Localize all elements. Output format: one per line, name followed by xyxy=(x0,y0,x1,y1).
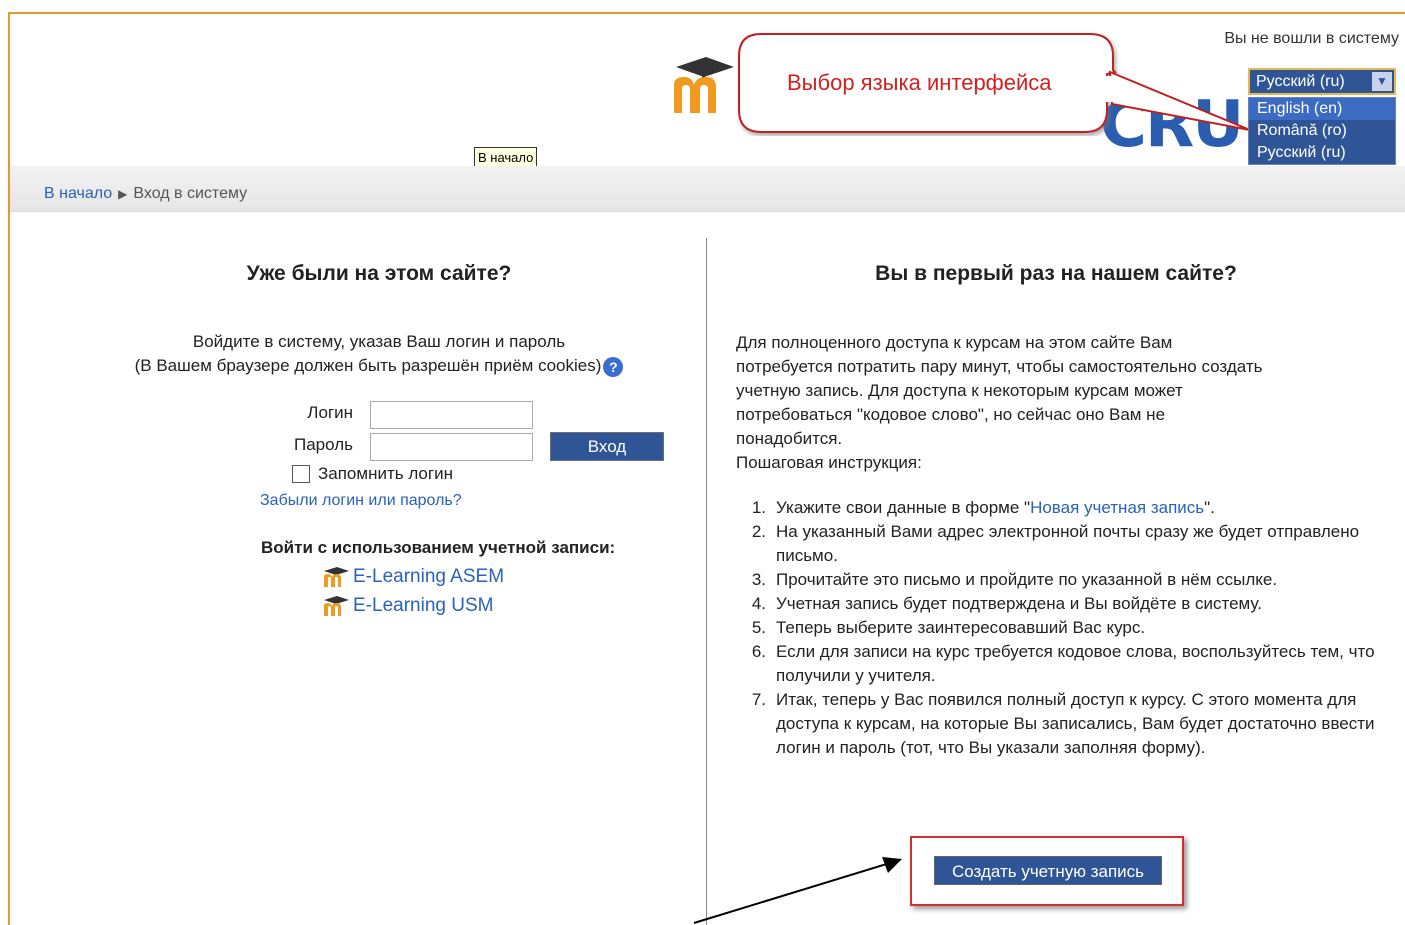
login-section-title: Уже были на этом сайте? xyxy=(246,262,512,285)
signup-step: 4. Учетная запись будет подтверждена и Вы… xyxy=(751,594,1262,613)
signup-step: 2. На указанный Вами адрес электронной по… xyxy=(751,522,1360,565)
language-option-en[interactable]: English (en) xyxy=(1249,98,1395,120)
login-info: Войдите в систему, указав Ваш логин и па… xyxy=(10,330,748,378)
signup-intro-line: Пошаговая инструкция: xyxy=(736,453,922,472)
signup-step: 6. Если для записи на курс требуется кодо… xyxy=(751,642,1375,685)
username-input[interactable] xyxy=(370,401,533,429)
moodle-mini-icon xyxy=(324,596,349,616)
login-button[interactable]: Вход xyxy=(550,432,664,461)
breadcrumb: В начало ▶ Вход в систему xyxy=(44,185,247,203)
forgot-password-link[interactable]: Забыли логин или пароль? xyxy=(260,492,462,510)
username-label: Логин xyxy=(307,403,353,422)
auth-provider-usm[interactable]: E-Learning USM xyxy=(322,595,493,617)
breadcrumb-current: Вход в систему xyxy=(133,185,248,202)
signup-intro: Для полноценного доступа к курсам на это… xyxy=(736,331,1366,475)
signup-intro-line: понадобится. xyxy=(736,429,843,448)
signup-steps: 1. Укажите свои данные в форме "Новая уче… xyxy=(736,496,1376,760)
signup-step: 1. Укажите свои данные в форме "Новая уче… xyxy=(751,498,1215,517)
signup-step: 5. Теперь выберите заинтересовавший Вас к… xyxy=(751,618,1146,637)
signup-intro-line: Для полноценного доступа к курсам на это… xyxy=(736,333,1173,352)
auth-provider-label: E-Learning USM xyxy=(353,595,494,616)
moodle-logo-icon[interactable] xyxy=(668,55,738,115)
signup-intro-line: учетную запись. Для доступа к некоторым … xyxy=(736,381,1183,400)
language-option-ru[interactable]: Русский (ru) xyxy=(1249,142,1395,164)
language-selected-value: Русский (ru) xyxy=(1256,72,1345,90)
signup-intro-line: потребоваться "кодовое слово", но сейчас… xyxy=(736,405,1166,424)
remember-username[interactable]: Запомнить логин xyxy=(292,464,453,484)
login-info-line1: Войдите в систему, указав Ваш логин и па… xyxy=(192,332,566,351)
language-dropdown-list[interactable]: English (en) Română (ro) Русский (ru) xyxy=(1248,97,1396,165)
remember-label: Запомнить логин xyxy=(318,464,453,483)
breadcrumb-home-link[interactable]: В начало xyxy=(44,185,112,202)
signup-step: 3. Прочитайте это письмо и пройдите по ук… xyxy=(751,570,1278,589)
callout-text: Выбор языка интерфейса xyxy=(787,70,1052,95)
chevron-down-icon[interactable]: ▼ xyxy=(1372,72,1392,91)
pointer-arrow-icon xyxy=(693,857,902,924)
password-input[interactable] xyxy=(370,433,533,461)
new-account-link[interactable]: Новая учетная запись xyxy=(1030,498,1204,517)
language-select[interactable]: Русский (ru) ▼ xyxy=(1248,68,1396,95)
help-icon[interactable]: ? xyxy=(603,356,624,377)
remember-checkbox[interactable] xyxy=(292,465,310,483)
signup-intro-line: потребуется потратить пару минут, чтобы … xyxy=(736,357,1263,376)
login-info-line2-wrap: (В Вашем браузере должен быть разрешён п… xyxy=(10,354,748,378)
alt-auth-title: Войти с использованием учетной записи: xyxy=(261,538,616,557)
login-info-line2: (В Вашем браузере должен быть разрешён п… xyxy=(134,356,602,375)
document-top-strip xyxy=(0,0,1405,16)
auth-provider-asem[interactable]: E-Learning ASEM xyxy=(322,566,504,588)
auth-provider-label: E-Learning ASEM xyxy=(353,566,505,587)
moodle-mini-icon xyxy=(324,567,349,587)
create-account-button[interactable]: Создать учетную запись xyxy=(934,856,1162,885)
language-option-ro[interactable]: Română (ro) xyxy=(1249,120,1395,142)
callout-pointer xyxy=(1104,70,1251,131)
signup-step: 7. Итак, теперь у Вас появился полный дос… xyxy=(751,690,1375,757)
password-label: Пароль xyxy=(294,435,353,454)
login-status: Вы не вошли в систему xyxy=(1224,30,1399,47)
breadcrumb-separator-icon: ▶ xyxy=(118,187,128,201)
signup-section-title: Вы в первый раз на нашем сайте? xyxy=(875,262,1237,285)
